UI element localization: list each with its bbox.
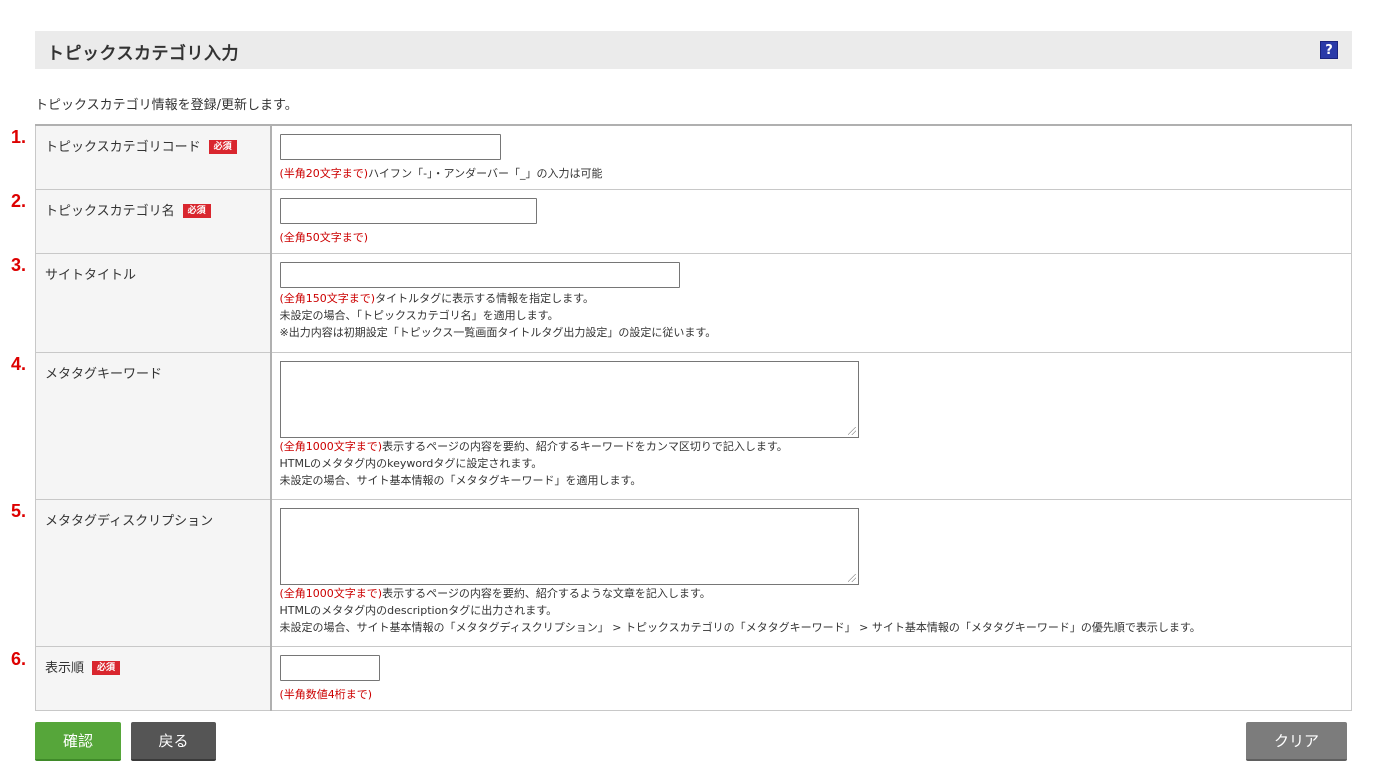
row-number-2: 2.	[11, 191, 27, 211]
form-row-category-code: トピックスカテゴリコード 必須 (半角20文字まで)ハイフン「-」・アンダーバー「…	[35, 124, 1352, 190]
field-label-cell: メタタグディスクリプション	[35, 498, 272, 647]
limit-note: (半角数値4桁まで)	[279, 687, 373, 701]
hint-text: ハイフン「-」・アンダーバー「_」の入力は可能	[368, 167, 603, 180]
hint-text: 表示するページの内容を要約、紹介するキーワードをカンマ区切りで記入します。	[382, 439, 788, 453]
limit-note: (全角150文字まで)	[279, 291, 376, 305]
field-label: トピックスカテゴリコード	[45, 140, 201, 155]
field-hint: (半角20文字まで)ハイフン「-」・アンダーバー「_」の入力は可能	[280, 165, 1352, 182]
field-value-cell: (全角150文字まで)タイトルタグに表示する情報を指定します。 未設定の場合、「…	[270, 252, 1352, 353]
field-label-cell: メタタグキーワード	[35, 351, 272, 500]
category-name-input[interactable]	[279, 197, 537, 224]
field-value-cell: (全角1000文字まで)表示するページの内容を要約、紹介するような文章を記入しま…	[270, 498, 1352, 647]
required-badge: 必須	[182, 203, 211, 218]
page-header: トピックスカテゴリ入力 ?	[35, 31, 1352, 69]
field-hint: (半角数値4桁まで)	[280, 686, 1352, 703]
required-badge: 必須	[92, 660, 121, 675]
meta-description-textarea[interactable]	[279, 507, 859, 585]
field-label-cell: 表示順 必須	[35, 645, 272, 711]
hint-text: タイトルタグに表示する情報を指定します。	[375, 291, 594, 305]
field-label-cell: トピックスカテゴリコード 必須	[35, 124, 272, 190]
page-title: トピックスカテゴリ入力	[47, 44, 239, 64]
hint-line: HTMLのメタタグ内のkeywordタグに設定されます。	[279, 456, 543, 470]
hint-text: 表示するページの内容を要約、紹介するような文章を記入します。	[382, 586, 711, 600]
clear-button[interactable]: クリア	[1246, 722, 1347, 761]
row-number-6: 6.	[11, 649, 27, 669]
field-value-cell: (全角1000文字まで)表示するページの内容を要約、紹介するキーワードをカンマ区…	[270, 351, 1352, 500]
row-number-3: 3.	[11, 255, 27, 275]
form-row-meta-description: メタタグディスクリプション (全角1000文字まで)表示するページの内容を要約、…	[35, 498, 1352, 647]
topic-category-form: トピックスカテゴリコード 必須 (半角20文字まで)ハイフン「-」・アンダーバー「…	[35, 124, 1352, 711]
field-label-cell: サイトタイトル	[35, 252, 272, 353]
back-button[interactable]: 戻る	[131, 722, 216, 761]
field-label: サイトタイトル	[45, 267, 137, 283]
form-row-meta-keywords: メタタグキーワード (全角1000文字まで)表示するページの内容を要約、紹介する…	[35, 351, 1352, 500]
site-title-input[interactable]	[279, 261, 680, 288]
limit-note: (全角50文字まで)	[279, 230, 369, 244]
row-number-1: 1.	[11, 127, 27, 147]
field-hint: (全角150文字まで)タイトルタグに表示する情報を指定します。 未設定の場合、「…	[280, 290, 1352, 341]
resize-handle-icon[interactable]	[847, 426, 856, 435]
form-row-site-title: サイトタイトル (全角150文字まで)タイトルタグに表示する情報を指定します。 …	[35, 252, 1352, 353]
limit-note: (全角1000文字まで)	[279, 439, 383, 453]
field-label-cell: トピックスカテゴリ名 必須	[35, 188, 272, 254]
field-label: トピックスカテゴリ名	[45, 203, 175, 219]
required-badge: 必須	[208, 140, 237, 154]
field-label: 表示順	[45, 660, 85, 676]
field-label: メタタグキーワード	[45, 366, 163, 382]
row-number-4: 4.	[11, 354, 27, 374]
hint-line: HTMLのメタタグ内のdescriptionタグに出力されます。	[279, 603, 558, 617]
limit-note: (半角20文字まで)	[279, 167, 369, 180]
meta-keywords-textarea[interactable]	[279, 360, 859, 438]
display-order-input[interactable]	[279, 654, 380, 681]
category-code-input[interactable]	[279, 134, 501, 160]
confirm-button[interactable]: 確認	[35, 722, 121, 761]
form-row-display-order: 表示順 必須 (半角数値4桁まで)	[35, 645, 1352, 711]
hint-line: 未設定の場合、サイト基本情報の「メタタグキーワード」を適用します。	[279, 473, 642, 487]
hint-line: 未設定の場合、「トピックスカテゴリ名」を適用します。	[279, 308, 559, 322]
help-icon[interactable]: ?	[1320, 41, 1338, 59]
field-hint: (全角1000文字まで)表示するページの内容を要約、紹介するような文章を記入しま…	[280, 585, 1352, 636]
field-hint: (全角50文字まで)	[280, 229, 1352, 246]
field-value-cell: (半角数値4桁まで)	[270, 645, 1352, 711]
row-number-5: 5.	[11, 501, 27, 521]
field-value-cell: (全角50文字まで)	[270, 188, 1352, 254]
hint-line: ※出力内容は初期設定「トピックス一覧画面タイトルタグ出力設定」の設定に従います。	[279, 325, 717, 339]
resize-handle-icon[interactable]	[847, 573, 856, 582]
form-row-category-name: トピックスカテゴリ名 必須 (全角50文字まで)	[35, 188, 1352, 254]
limit-note: (全角1000文字まで)	[279, 586, 383, 600]
field-hint: (全角1000文字まで)表示するページの内容を要約、紹介するキーワードをカンマ区…	[280, 438, 1352, 489]
page-description: トピックスカテゴリ情報を登録/更新します。	[35, 98, 298, 113]
hint-line: 未設定の場合、サイト基本情報の「メタタグディスクリプション」 > トピックスカテ…	[279, 620, 1201, 634]
field-value-cell: (半角20文字まで)ハイフン「-」・アンダーバー「_」の入力は可能	[270, 124, 1352, 190]
field-label: メタタグディスクリプション	[45, 513, 214, 529]
